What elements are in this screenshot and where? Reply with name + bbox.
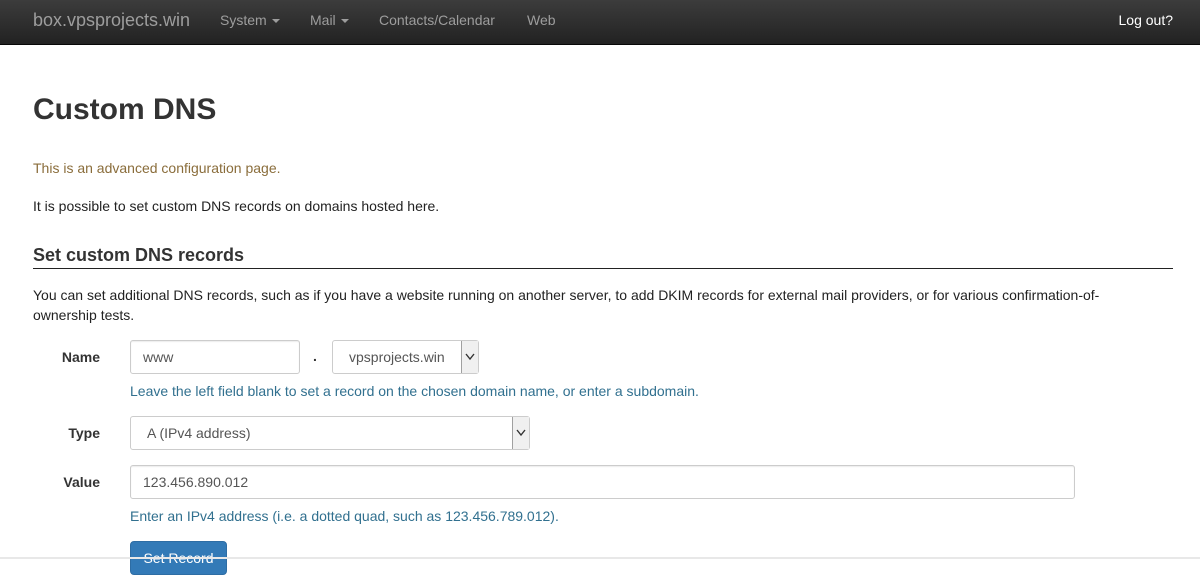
top-navbar: box.vpsprojects.win System Mail Contacts… xyxy=(0,0,1200,45)
domain-select[interactable]: vpsprojects.win xyxy=(332,340,479,374)
nav-web-link[interactable]: Web xyxy=(527,12,556,28)
nav-system-label: System xyxy=(220,12,267,28)
logout-link[interactable]: Log out? xyxy=(1119,12,1174,28)
nav-system-menu[interactable]: System xyxy=(220,12,280,28)
caret-down-icon xyxy=(271,19,280,24)
value-help-text: Enter an IPv4 address (i.e. a dotted qua… xyxy=(130,508,559,524)
record-value-input[interactable]: 123.456.890.012 xyxy=(130,465,1075,499)
chevron-down-icon xyxy=(512,417,529,449)
section-heading: Set custom DNS records xyxy=(33,245,245,265)
section-description: You can set additional DNS records, such… xyxy=(33,287,1100,323)
nav-mail-menu[interactable]: Mail xyxy=(310,12,349,28)
record-type-select-value: A (IPv4 address) xyxy=(147,425,251,441)
page-title: Custom DNS xyxy=(33,93,217,126)
domain-select-value: vpsprojects.win xyxy=(349,349,445,365)
section-divider xyxy=(33,268,1173,269)
chevron-down-icon xyxy=(461,341,478,373)
name-separator: . xyxy=(313,348,317,364)
intro-text: It is possible to set custom DNS records… xyxy=(33,198,440,214)
advanced-warning-text: This is an advanced configuration page. xyxy=(33,160,281,176)
nav-mail-label: Mail xyxy=(310,12,336,28)
name-help-text: Leave the left field blank to set a reco… xyxy=(130,383,699,399)
record-type-select[interactable]: A (IPv4 address) xyxy=(130,416,530,450)
subdomain-input[interactable]: www xyxy=(130,340,300,374)
name-label: Name xyxy=(61,349,100,365)
caret-down-icon xyxy=(340,19,349,24)
nav-contacts-calendar-link[interactable]: Contacts/Calendar xyxy=(379,12,495,28)
value-label: Value xyxy=(63,474,100,490)
type-label: Type xyxy=(68,425,100,441)
brand-link[interactable]: box.vpsprojects.win xyxy=(33,10,190,31)
